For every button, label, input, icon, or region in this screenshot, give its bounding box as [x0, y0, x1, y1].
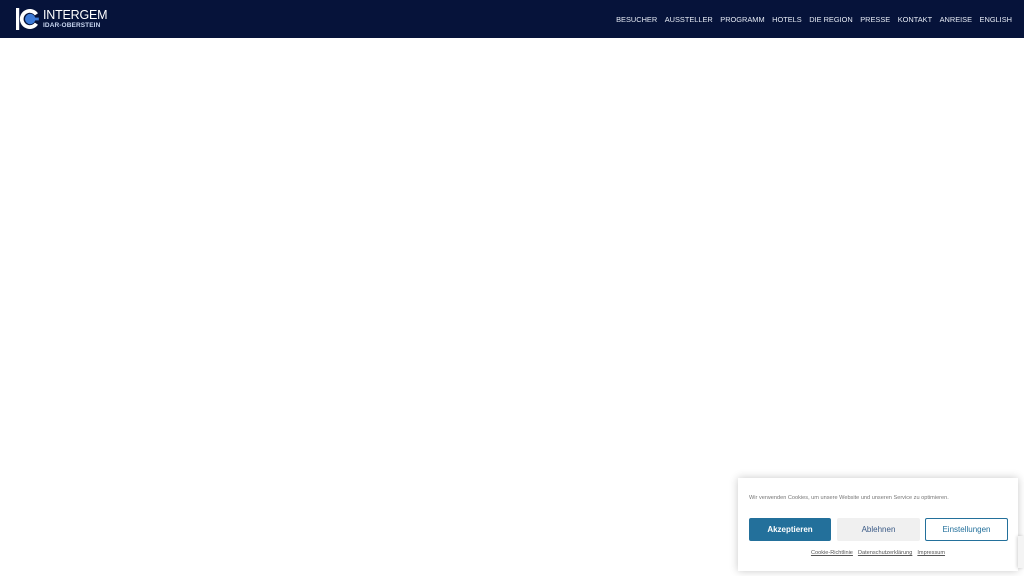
nav-item-besucher[interactable]: BESUCHER [616, 15, 657, 24]
nav-item-die-region[interactable]: DIE REGION [809, 15, 853, 24]
accept-cookies-button[interactable]: Akzeptieren [749, 518, 831, 541]
main-nav: BESUCHER AUSSTELLER PROGRAMM HOTELS DIE … [616, 15, 1012, 24]
nav-item-hotels[interactable]: HOTELS [772, 15, 802, 24]
cookie-settings-button[interactable]: Einstellungen [925, 518, 1008, 541]
nav-item-aussteller[interactable]: AUSSTELLER [665, 15, 713, 24]
nav-item-presse[interactable]: PRESSE [860, 15, 890, 24]
privacy-policy-link[interactable]: Datenschutzerklärung [858, 550, 912, 556]
imprint-link[interactable]: Impressum [917, 550, 945, 556]
cookie-message: Wir verwenden Cookies, um unsere Website… [749, 495, 949, 501]
cookie-policy-link[interactable]: Cookie-Richtlinie [811, 550, 853, 556]
cookie-consent-banner: Wir verwenden Cookies, um unsere Website… [738, 478, 1018, 571]
nav-item-anreise[interactable]: ANREISE [940, 15, 972, 24]
logo-text: INTERGEM IDAR-OBERSTEIN [43, 8, 108, 29]
deny-cookies-button[interactable]: Ablehnen [837, 518, 920, 541]
cookie-links: Cookie-Richtlinie Datenschutzerklärung I… [738, 550, 1018, 556]
recaptcha-badge[interactable] [1018, 536, 1024, 568]
intergem-logo-icon [16, 8, 39, 30]
site-logo[interactable]: INTERGEM IDAR-OBERSTEIN [15, 0, 108, 38]
logo-subtitle: IDAR-OBERSTEIN [43, 21, 101, 29]
nav-item-english[interactable]: ENGLISH [980, 15, 1012, 24]
nav-item-programm[interactable]: PROGRAMM [720, 15, 764, 24]
site-header: INTERGEM IDAR-OBERSTEIN BESUCHER AUSSTEL… [0, 0, 1024, 38]
logo-name: INTERGEM [43, 8, 108, 22]
nav-item-kontakt[interactable]: KONTAKT [898, 15, 932, 24]
